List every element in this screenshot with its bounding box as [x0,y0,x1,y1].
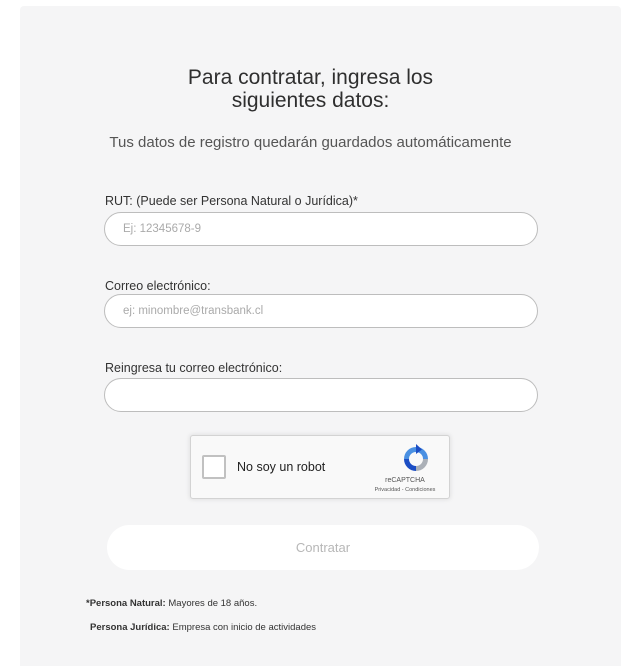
submit-button[interactable]: Contratar [107,525,539,570]
rut-input[interactable] [104,212,538,246]
note-natural-term: *Persona Natural: [86,598,166,609]
note-natural-text: Mayores de 18 años. [165,598,258,609]
note-juridica-term: Persona Jurídica: [90,622,170,633]
page-title-line-2: siguientes datos: [231,89,390,112]
recaptcha-label: No soy un robot [237,460,326,474]
note-persona-juridica: Persona Jurídica: Empresa con inicio de … [90,622,316,633]
recaptcha-links[interactable]: Privacidad - Condiciones [359,487,451,493]
page-subtitle: Tus datos de registro quedarán guardados… [109,134,512,151]
rut-label: RUT: (Puede ser Persona Natural o Jurídi… [105,194,358,208]
email-input[interactable] [104,294,538,328]
recaptcha-logo-icon [404,444,428,471]
recaptcha-checkbox[interactable] [202,455,226,479]
note-persona-natural: *Persona Natural: Mayores de 18 años. [86,598,257,609]
page-title: Para contratar, ingresa los siguientes d… [0,66,621,112]
email-label: Correo electrónico: [105,279,211,293]
page-title-line-1: Para contratar, ingresa los [187,66,434,89]
email-confirm-label: Reingresa tu correo electrónico: [105,361,283,375]
note-juridica-text: Empresa con inicio de actividades [169,622,317,633]
recaptcha-widget: No soy un robot reCAPTCHA Privacidad - C… [190,435,450,499]
recaptcha-brand: reCAPTCHA [385,477,425,484]
email-confirm-input[interactable] [104,378,538,412]
